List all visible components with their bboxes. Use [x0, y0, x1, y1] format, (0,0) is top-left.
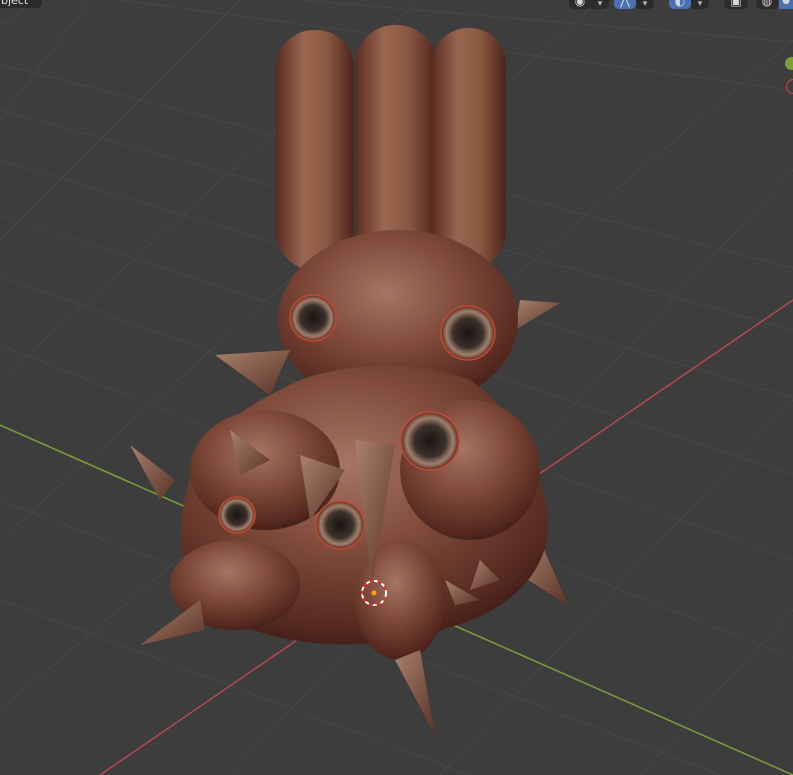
overlay-dropdown-button[interactable]: ▾: [691, 0, 709, 9]
wireframe-shading-button[interactable]: ◍: [756, 0, 778, 9]
gizmo-y-axis-icon[interactable]: [785, 57, 793, 70]
move-gizmo-icon: ⋀: [620, 0, 630, 8]
chevron-down-icon: ▾: [597, 0, 603, 9]
xray-icon: ▣: [730, 0, 742, 8]
overlay-icon: ◐: [674, 0, 686, 8]
gizmo-toggle-button[interactable]: ⋀: [614, 0, 636, 9]
viewport-canvas[interactable]: [0, 0, 793, 775]
xray-toggle-button[interactable]: ▣: [724, 0, 748, 9]
object-mode-label[interactable]: bject: [0, 0, 42, 8]
overlay-toggle-button[interactable]: ◐: [669, 0, 691, 9]
creature-model[interactable]: [130, 25, 568, 735]
view-dropdown-button[interactable]: ▾: [591, 0, 609, 9]
view-toggle-button[interactable]: ◉: [569, 0, 591, 9]
solid-sphere-icon: ●: [782, 0, 790, 6]
chevron-down-icon: ▾: [697, 0, 703, 9]
wireframe-sphere-icon: ◍: [761, 0, 773, 8]
eye-icon: ◉: [574, 0, 586, 8]
solid-shading-button[interactable]: ●: [779, 0, 793, 9]
chevron-down-icon: ▾: [642, 0, 648, 9]
3d-viewport[interactable]: bject ◉ ▾ ⋀ ▾ ◐ ▾ ▣ ◍ ●: [0, 0, 793, 775]
gizmo-dropdown-button[interactable]: ▾: [636, 0, 654, 9]
